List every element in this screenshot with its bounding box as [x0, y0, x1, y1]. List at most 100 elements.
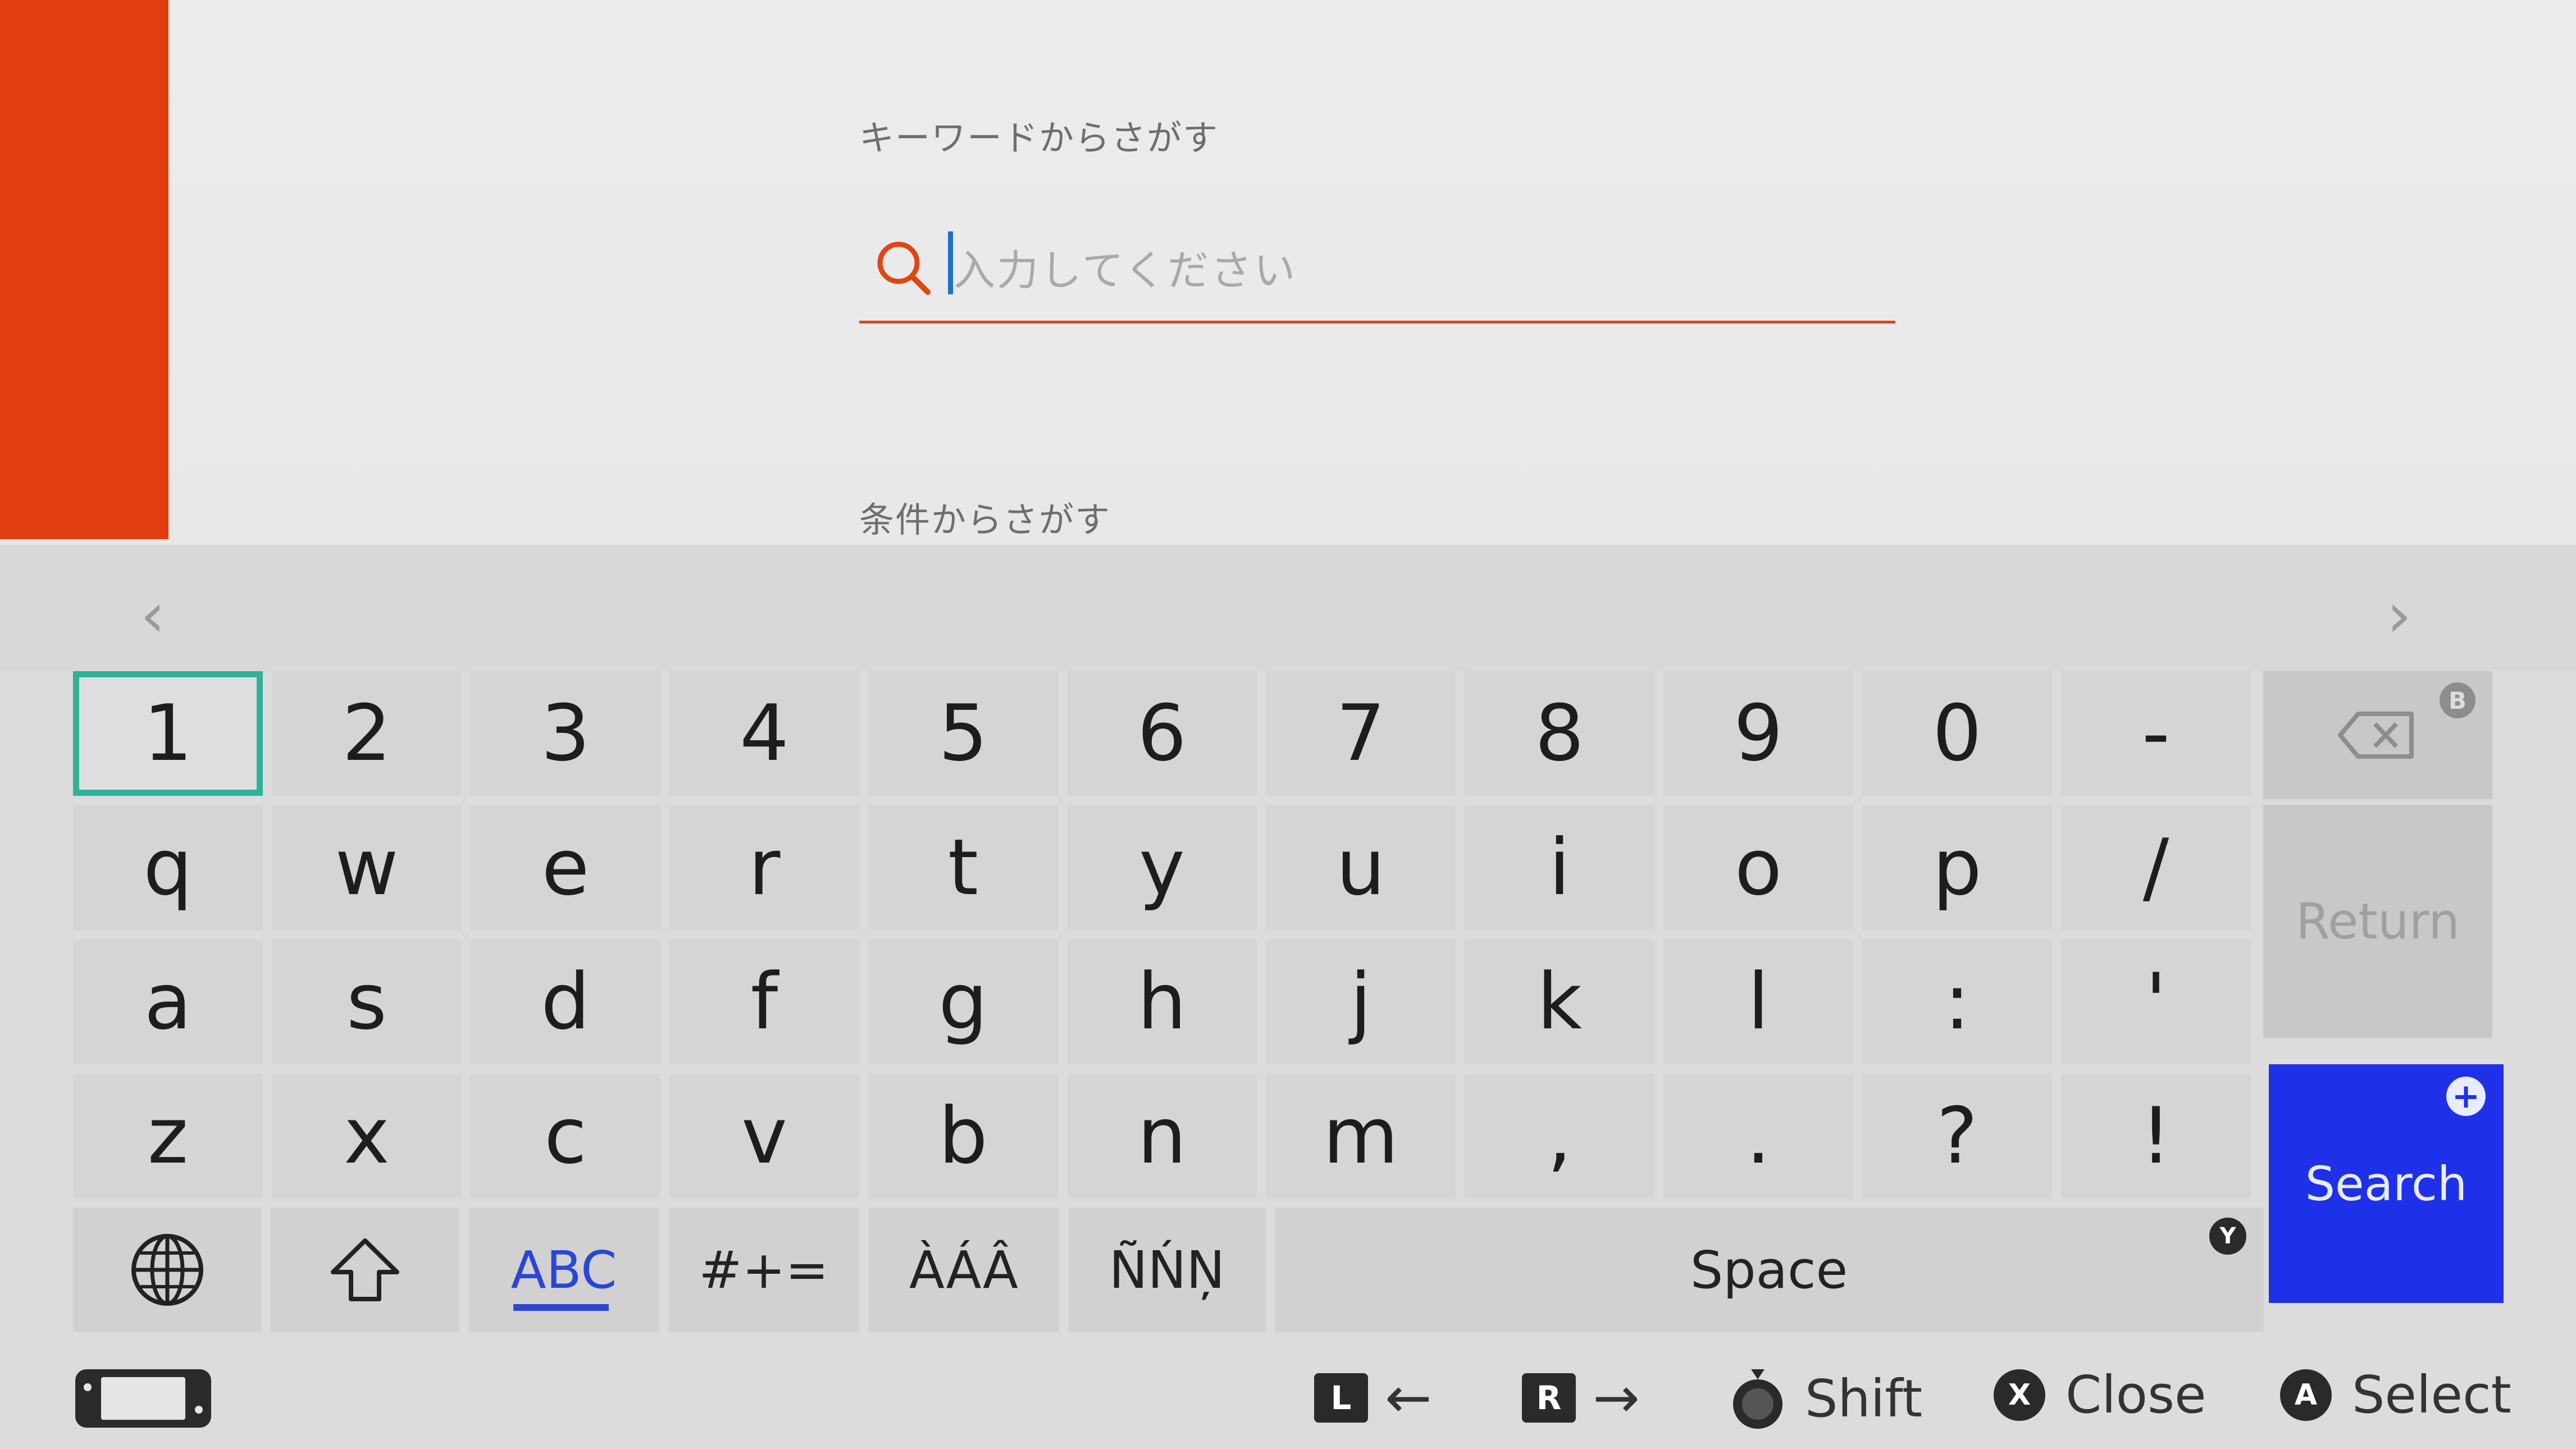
language-key[interactable] — [73, 1208, 262, 1332]
symbols-key[interactable]: #+= — [668, 1208, 859, 1332]
key-2-7[interactable]: k — [1465, 940, 1654, 1064]
accented-a-key[interactable]: ÀÁÂ — [868, 1208, 1059, 1332]
key-1-1[interactable]: w — [272, 805, 462, 930]
key-2-8[interactable]: l — [1663, 940, 1853, 1064]
key-2-5[interactable]: h — [1067, 940, 1257, 1064]
key-1-10[interactable]: / — [2061, 805, 2251, 930]
key-1-5[interactable]: y — [1067, 805, 1257, 930]
accented-n-key[interactable]: ÑŃŅ — [1068, 1208, 1266, 1332]
key-0-7[interactable]: 8 — [1465, 671, 1654, 796]
key-label: x — [344, 1091, 390, 1181]
software-keyboard: ‹ › 1 2 3 4 5 6 7 8 9 0 - q w e r t y u i o p / a s d f g h j k l: ' z x c… — [0, 545, 2576, 1449]
key-3-0[interactable]: z — [73, 1074, 263, 1199]
l-button-icon: L — [1314, 1373, 1368, 1423]
key-0-0[interactable]: 1 — [73, 671, 263, 796]
accented-a-key-label: ÀÁÂ — [909, 1240, 1018, 1300]
key-3-6[interactable]: m — [1266, 1074, 1456, 1199]
key-label: d — [541, 956, 590, 1047]
key-label: / — [2142, 822, 2169, 913]
hint-shift[interactable]: Shift — [1730, 1365, 1922, 1432]
key-2-2[interactable]: d — [471, 940, 660, 1064]
hint-close[interactable]: X Close — [1994, 1365, 2206, 1425]
key-label: : — [1944, 956, 1971, 1047]
abc-mode-key[interactable]: ABC — [468, 1208, 659, 1332]
key-label: ! — [2140, 1091, 2172, 1181]
key-3-7[interactable]: , — [1465, 1074, 1654, 1199]
key-3-5[interactable]: n — [1067, 1074, 1257, 1199]
page-left-arrow-icon[interactable]: ‹ — [140, 584, 165, 646]
key-label: a — [144, 956, 192, 1047]
search-placeholder: 入力してください — [954, 247, 1297, 295]
key-label: t — [947, 822, 979, 913]
key-label: s — [346, 956, 387, 1047]
key-label: o — [1734, 822, 1782, 913]
key-3-1[interactable]: x — [272, 1074, 462, 1199]
hint-select[interactable]: A Select — [2280, 1365, 2511, 1425]
return-key-label: Return — [2295, 892, 2460, 950]
key-label: e — [541, 822, 590, 913]
key-3-10[interactable]: ! — [2061, 1074, 2251, 1199]
key-1-9[interactable]: p — [1862, 805, 2052, 930]
key-2-0[interactable]: a — [73, 940, 263, 1064]
page-right-arrow-icon[interactable]: › — [2387, 584, 2411, 646]
key-3-9[interactable]: ? — [1862, 1074, 2052, 1199]
key-2-10[interactable]: ' — [2061, 940, 2251, 1064]
search-key[interactable]: Search + — [2269, 1064, 2504, 1303]
stick-press-icon — [1733, 1369, 1782, 1429]
shift-key[interactable] — [271, 1208, 459, 1332]
key-0-9[interactable]: 0 — [1862, 671, 2052, 796]
search-key-label: Search — [2305, 1156, 2468, 1211]
key-0-10[interactable]: - — [2061, 671, 2251, 796]
key-0-5[interactable]: 6 — [1067, 671, 1257, 796]
key-2-1[interactable]: s — [272, 940, 462, 1064]
accented-n-key-label: ÑŃŅ — [1109, 1240, 1225, 1300]
key-1-3[interactable]: r — [669, 805, 859, 930]
key-2-4[interactable]: g — [868, 940, 1058, 1064]
backspace-key[interactable]: B — [2263, 671, 2492, 799]
space-key[interactable]: Space Y — [1275, 1208, 2263, 1332]
shift-hint-label: Shift — [1805, 1368, 1923, 1429]
key-label: - — [2142, 688, 2170, 778]
key-label: i — [1548, 822, 1571, 913]
key-0-1[interactable]: 2 — [272, 671, 462, 796]
key-2-3[interactable]: f — [669, 940, 859, 1064]
search-input[interactable]: 入力してください — [859, 225, 1895, 323]
key-0-4[interactable]: 5 — [868, 671, 1058, 796]
key-3-4[interactable]: b — [868, 1074, 1058, 1199]
keyword-section-label: キーワードからさがす — [859, 117, 1219, 158]
hint-l-left: L ← — [1314, 1365, 1432, 1430]
key-3-2[interactable]: c — [471, 1074, 660, 1199]
key-0-3[interactable]: 4 — [669, 671, 859, 796]
shift-arrow-icon — [331, 1238, 399, 1301]
return-key[interactable]: Return — [2263, 805, 2492, 1038]
key-1-7[interactable]: i — [1465, 805, 1654, 930]
search-icon — [877, 241, 931, 295]
key-label: q — [143, 822, 193, 913]
key-1-4[interactable]: t — [868, 805, 1058, 930]
key-0-8[interactable]: 9 — [1663, 671, 1853, 796]
key-1-8[interactable]: o — [1663, 805, 1853, 930]
hint-r-right: R → — [1522, 1365, 1640, 1430]
key-3-3[interactable]: v — [669, 1074, 859, 1199]
key-2-6[interactable]: j — [1266, 940, 1456, 1064]
handheld-console-icon — [75, 1369, 211, 1428]
space-key-label: Space — [1690, 1240, 1848, 1300]
key-label: ? — [1936, 1091, 1978, 1181]
key-label: 1 — [143, 688, 193, 778]
key-1-6[interactable]: u — [1266, 805, 1456, 930]
key-0-2[interactable]: 3 — [471, 671, 660, 796]
sidebar-accent — [0, 0, 168, 539]
key-1-0[interactable]: q — [73, 805, 263, 930]
key-2-9[interactable]: : — [1862, 940, 2052, 1064]
key-0-6[interactable]: 7 — [1266, 671, 1456, 796]
key-label: ' — [2145, 956, 2167, 1047]
key-1-2[interactable]: e — [471, 805, 660, 930]
key-label: 7 — [1336, 688, 1385, 778]
key-label: 5 — [938, 688, 988, 778]
key-label: g — [938, 956, 988, 1047]
r-button-icon: R — [1522, 1373, 1576, 1423]
key-label: k — [1537, 956, 1582, 1047]
key-label: h — [1137, 956, 1187, 1047]
a-button-icon: A — [2280, 1369, 2332, 1421]
key-3-8[interactable]: . — [1663, 1074, 1853, 1199]
